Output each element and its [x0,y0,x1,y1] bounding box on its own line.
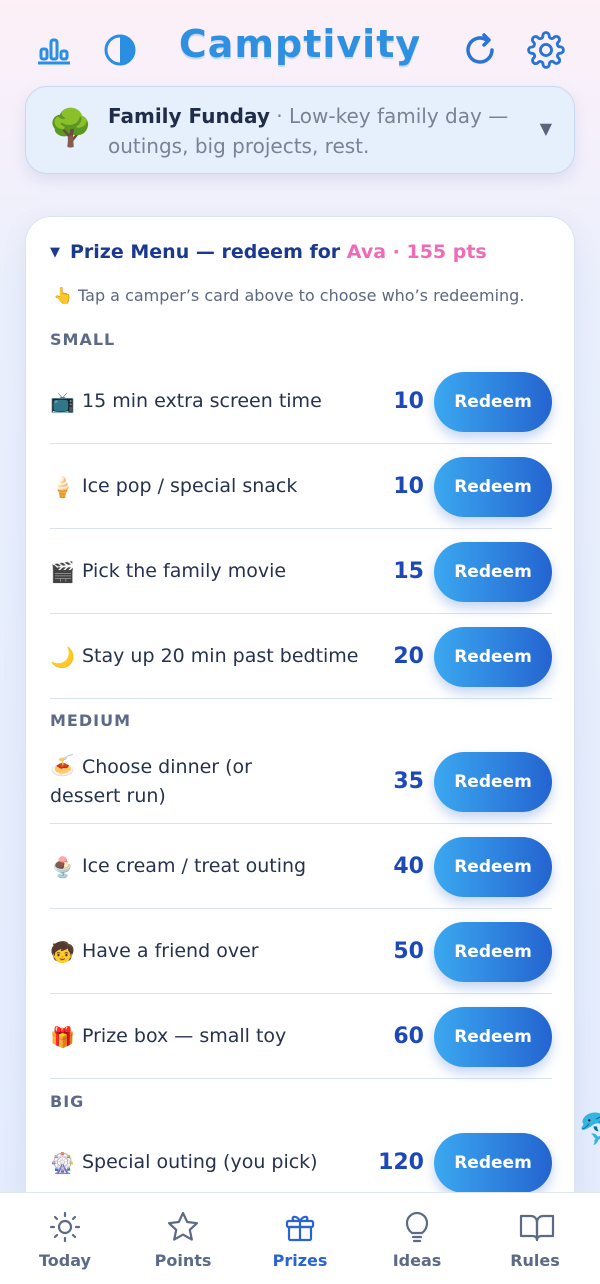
refresh-icon[interactable] [460,30,500,70]
prize-points: 40 [393,854,424,879]
sundae-icon: 🍨 [50,854,75,879]
bottom-nav: Today Points Prizes Ideas Rules [0,1192,600,1284]
child-icon: 🧒 [50,939,75,964]
nav-ideas[interactable]: Ideas [357,1193,477,1284]
prize-row: 🍦 Ice pop / special snack 10 Redeem [50,444,552,529]
tree-icon: 🌳 [48,108,93,149]
day-separator: · [269,104,289,128]
nav-today[interactable]: Today [5,1193,125,1284]
prize-points: 35 [393,769,424,794]
prize-row: 🌙 Stay up 20 min past bedtime 20 Redeem [50,614,552,699]
nav-label: Prizes [272,1251,328,1270]
redeem-button[interactable]: Redeem [434,752,552,812]
nav-label: Points [154,1251,212,1270]
sun-icon [49,1211,81,1243]
prize-label: Ice pop / special snack [82,475,298,497]
prize-menu-card: ▼ Prize Menu — redeem for Ava · 155 pts 👆… [25,216,575,1216]
prize-points: 60 [393,1024,424,1049]
redeem-button[interactable]: Redeem [434,627,552,687]
redeem-button[interactable]: Redeem [434,837,552,897]
redeem-button[interactable]: Redeem [434,1007,552,1067]
prize-label: Ice cream / treat outing [82,855,307,877]
section-big: BIG [50,1092,85,1111]
lightbulb-icon [405,1211,429,1243]
prize-label: Stay up 20 min past bedtime [82,645,359,667]
star-icon [167,1211,199,1241]
prize-points: 10 [393,474,424,499]
prize-menu-title: Prize Menu — redeem for [70,241,347,263]
book-icon [519,1214,555,1242]
prize-label: 15 min extra screen time [82,390,322,412]
nav-rules[interactable]: Rules [475,1193,595,1284]
prize-points: 50 [393,939,424,964]
dolphin-icon[interactable]: 🐬 [578,1112,600,1147]
nav-points[interactable]: Points [123,1193,243,1284]
prize-label: Choose dinner (or dessert run) [50,755,252,807]
day-selector[interactable]: 🌳 Family Funday · Low-key family day — o… [25,86,575,174]
app-title: Camptivity [178,22,422,66]
ice-cream-icon: 🍦 [50,474,75,499]
prize-menu-toggle[interactable]: ▼ Prize Menu — redeem for Ava · 155 pts [50,241,487,263]
moon-icon: 🌙 [50,644,75,669]
prize-row: 🎁 Prize box — small toy 60 Redeem [50,994,552,1079]
redeem-button[interactable]: Redeem [434,457,552,517]
collapse-triangle-icon: ▼ [50,245,60,260]
clapper-icon: 🎬 [50,559,75,584]
tv-icon: 📺 [50,389,75,414]
nav-prizes[interactable]: Prizes [240,1193,360,1284]
prize-points: 15 [393,559,424,584]
gift-icon [285,1215,315,1242]
redeem-button[interactable]: Redeem [434,372,552,432]
app-header: Camptivity [0,0,600,96]
chevron-down-icon[interactable]: ▼ [540,119,552,138]
prize-row: 📺 15 min extra screen time 10 Redeem [50,359,552,444]
prize-row: 🎬 Pick the family movie 15 Redeem [50,529,552,614]
camper-name: Ava · 155 pts [346,241,487,263]
day-name: Family Funday [108,104,270,128]
section-small: SMALL [50,330,116,349]
prize-row: 🧒 Have a friend over 50 Redeem [50,909,552,994]
prize-row: 🍝 Choose dinner (or dessert run) 35 Rede… [50,739,552,824]
redeem-button[interactable]: Redeem [434,922,552,982]
redeem-hint: 👆 Tap a camper’s card above to choose wh… [53,286,525,305]
prize-points: 10 [393,389,424,414]
section-medium: MEDIUM [50,711,131,730]
prize-row: 🍨 Ice cream / treat outing 40 Redeem [50,824,552,909]
redeem-button[interactable]: Redeem [434,542,552,602]
nav-label: Ideas [392,1251,442,1270]
prize-label: Have a friend over [82,940,259,962]
gift-box-icon: 🎁 [50,1024,75,1049]
redeem-button[interactable]: Redeem [434,1133,552,1193]
day-description: Family Funday · Low-key family day — out… [108,101,528,161]
nav-label: Rules [510,1251,560,1270]
nav-label: Today [39,1251,91,1270]
settings-icon[interactable] [526,30,566,70]
prize-label: Pick the family movie [82,560,287,582]
prize-label: Prize box — small toy [82,1025,287,1047]
prize-points: 20 [393,644,424,669]
